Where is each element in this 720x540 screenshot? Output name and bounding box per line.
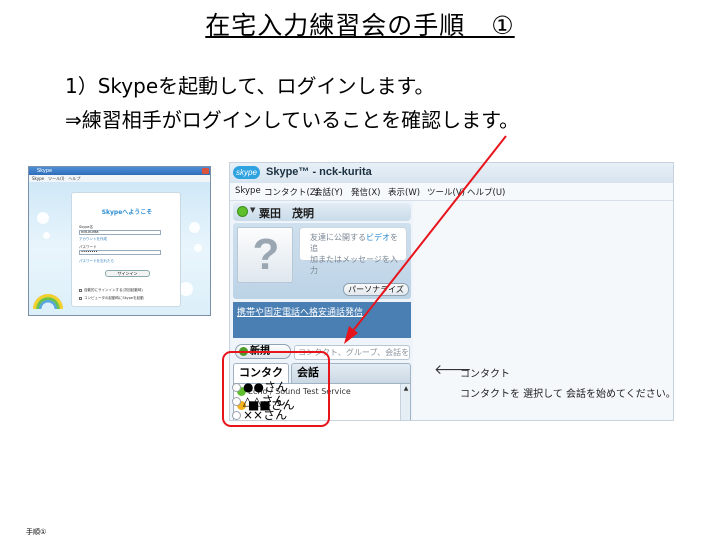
skype-name-field[interactable]: nck-kurita [79, 230, 161, 235]
question-mark-icon: ? [252, 230, 280, 279]
checkbox-icon [79, 296, 82, 300]
login-window-menu[interactable]: Skype ツール(I) ヘルプ [29, 175, 210, 182]
instruction-line-1: 1）Skypeを起動して、ログインします。 [65, 74, 435, 98]
mood-text-c: 加またはメッセージを入力 [310, 255, 398, 275]
menu-contacts[interactable]: コンタクト(Z) [264, 186, 319, 198]
startup-label: コンピュータの起動時にSkypeを起動 [84, 296, 144, 300]
call-strip: 携帯や固定電話へ格安通話発信 [233, 302, 411, 338]
login-panel: Skypeへようこそ Skype名 nck-kurita アカウントを作成 パス… [71, 192, 181, 307]
instruction-line-2: ⇒練習相手がログインしていることを確認します。 [65, 108, 520, 132]
login-window-titlebar: Skype [29, 167, 210, 175]
close-icon[interactable] [202, 168, 209, 174]
rainbow-image [33, 294, 63, 309]
create-account-link[interactable]: アカウントを作成 [79, 237, 107, 242]
contacts-highlight-box [222, 351, 330, 427]
forgot-password-link[interactable]: パスワードを忘れたら [79, 259, 114, 264]
menu-tools[interactable]: ツール(V) [427, 186, 465, 198]
chevron-down-icon[interactable]: ▼ [250, 206, 255, 214]
checkbox-icon [79, 288, 82, 292]
profile-area: ? 友達に公開するビデオを追 加またはメッセージを入力 パーソナライズ [233, 223, 411, 299]
welcome-text: Skypeへようこそ [101, 209, 153, 216]
login-window-body: Skypeへようこそ Skype名 nck-kurita アカウントを作成 パス… [29, 182, 210, 315]
contacts-hint-title: コンタクト [460, 369, 510, 380]
menu-skype[interactable]: Skype [235, 186, 261, 196]
online-status-icon[interactable] [237, 206, 248, 217]
window-title: Skype™ - nck-kurita [266, 166, 372, 178]
slide-title: 在宅入力練習会の手順 ① [0, 6, 720, 42]
skype-login-window: Skype Skype ツール(I) ヘルプ Skypeへようこそ Skype名… [28, 166, 211, 316]
scroll-up-icon[interactable]: ▲ [401, 384, 410, 394]
slide-footer: 手順① [26, 528, 47, 536]
menu-help[interactable]: ヘルプ(U) [467, 186, 505, 198]
auto-signin-label: 自動的にサインインする(次回起動時) [84, 288, 143, 292]
call-phones-link[interactable]: 携帯や固定電話へ格安通話発信 [237, 305, 363, 318]
bubble-decoration [43, 232, 50, 239]
bubble-decoration [179, 282, 193, 296]
auto-signin-checkbox[interactable]: 自動的にサインインする(次回起動時) [79, 288, 143, 293]
mood-text-a: 友達に公開する [310, 233, 366, 242]
scrollbar[interactable]: ▲ [400, 384, 410, 420]
profile-bar[interactable]: ▼ 粟田 茂明 [233, 203, 411, 221]
right-pane: 🡐 コンタクト コンタクトを 選択して 会話を始めてください。 [413, 201, 674, 420]
menu-conversation[interactable]: 会話(Y) [314, 186, 343, 198]
password-field[interactable]: •••••••• [79, 250, 161, 255]
bubble-decoration [194, 244, 202, 252]
avatar[interactable]: ? [237, 227, 293, 283]
slide-title-text: 在宅入力練習会の手順 ① [205, 11, 515, 40]
skype-logo: skype [233, 166, 260, 179]
startup-checkbox[interactable]: コンピュータの起動時にSkypeを起動 [79, 296, 144, 301]
contacts-hint-text: コンタクトを 選択して 会話を始めてください。 [460, 389, 674, 400]
menu-view[interactable]: 表示(W) [388, 186, 420, 198]
personalize-button[interactable]: パーソナライズ [343, 283, 409, 296]
login-window-title: Skype [37, 168, 53, 174]
mood-message-field[interactable]: 友達に公開するビデオを追 加またはメッセージを入力 [299, 227, 407, 275]
bubble-decoration [189, 222, 200, 233]
profile-name: 粟田 茂明 [259, 207, 314, 220]
bubble-decoration [37, 212, 49, 224]
skype-menubar: Skype コンタクト(Z) 会話(Y) 発信(X) 表示(W) ツール(V) … [230, 183, 673, 201]
video-link[interactable]: ビデオ [366, 233, 390, 242]
menu-call[interactable]: 発信(X) [351, 186, 380, 198]
skype-titlebar: skype Skype™ - nck-kurita [230, 163, 673, 183]
sign-in-button[interactable]: サインイン [105, 270, 150, 277]
